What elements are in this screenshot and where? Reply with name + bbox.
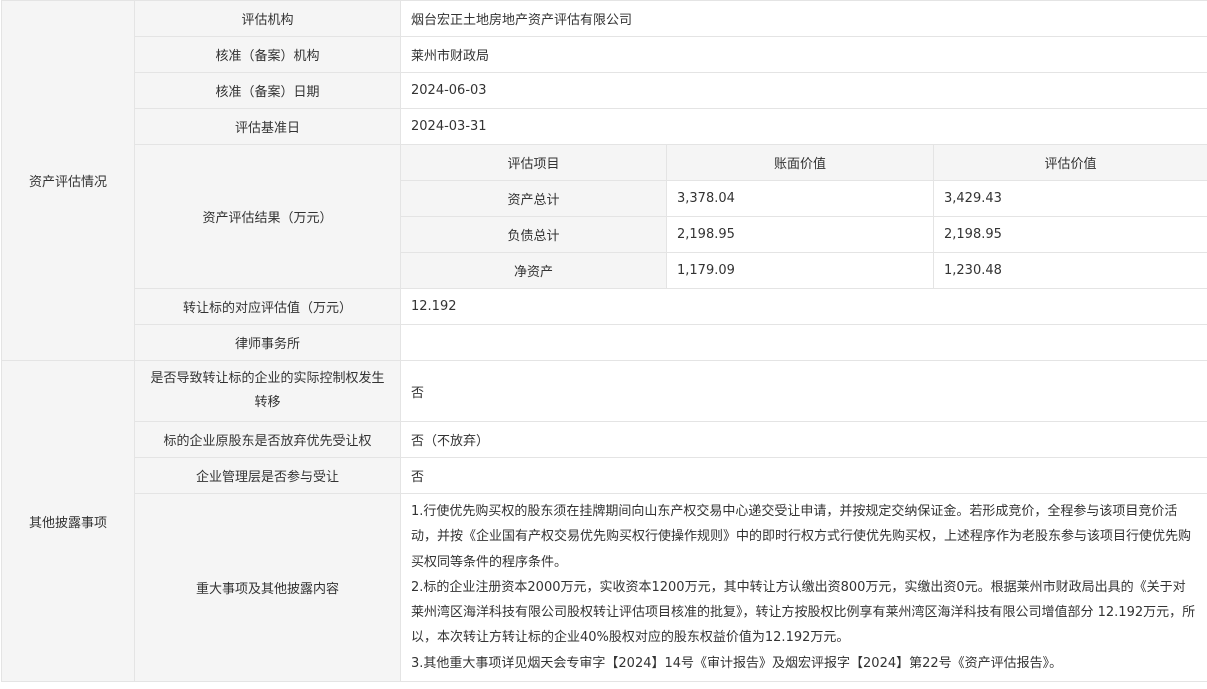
row-major-items: 重大事项及其他披露内容 1.行使优先购买权的股东须在挂牌期间向山东产权交易中心递…	[2, 493, 1207, 682]
target-value: 12.192	[400, 288, 1207, 325]
result-item: 资产总计	[400, 180, 667, 217]
result-book-value: 2,198.95	[666, 216, 934, 253]
result-book-value: 1,179.09	[666, 252, 934, 289]
section-other-disclosure: 其他披露事项	[1, 360, 135, 682]
result-header-book: 账面价值	[666, 144, 934, 181]
result-appraised-value: 3,429.43	[933, 180, 1207, 217]
law-firm-label: 律师事务所	[134, 324, 401, 361]
row-management: 企业管理层是否参与受让 否	[2, 457, 1207, 494]
row-agency: 资产评估情况 评估机构 烟台宏正土地房地产资产评估有限公司	[1, 0, 1207, 361]
row-control-change: 其他披露事项 是否导致转让标的企业的实际控制权发生转移 否	[1, 360, 1207, 682]
management-label: 企业管理层是否参与受让	[134, 457, 401, 494]
control-change-value: 否	[400, 360, 1207, 422]
major-items-label: 重大事项及其他披露内容	[134, 493, 401, 682]
row-target-value: 转让标的对应评估值（万元） 12.192	[2, 288, 1207, 325]
major-item-2: 2.标的企业注册资本2000万元，实收资本1200万元，其中转让方认缴出资800…	[411, 579, 1196, 646]
result-appraised-value: 1,230.48	[933, 252, 1207, 289]
target-value-label: 转让标的对应评估值（万元）	[134, 288, 401, 325]
row-approval-agency: 核准（备案）机构 莱州市财政局	[2, 36, 1207, 73]
management-value: 否	[400, 457, 1207, 494]
row-preemptive: 标的企业原股东是否放弃优先受让权 否（不放弃）	[2, 421, 1207, 458]
disclosure-table: 资产评估情况 评估机构 烟台宏正土地房地产资产评估有限公司 核准（备案）机构 莱…	[1, 0, 1207, 682]
approval-date-value: 2024-06-03	[400, 72, 1207, 109]
result-item: 净资产	[400, 252, 667, 289]
base-date-label: 评估基准日	[134, 108, 401, 145]
row-law-firm: 律师事务所	[2, 324, 1207, 361]
major-items-content: 1.行使优先购买权的股东须在挂牌期间向山东产权交易中心递交受让申请，并按规定交纳…	[400, 493, 1207, 682]
approval-date-label: 核准（备案）日期	[134, 72, 401, 109]
law-firm-value	[400, 324, 1207, 361]
agency-label: 评估机构	[134, 0, 401, 37]
result-item: 负债总计	[400, 216, 667, 253]
result-appraised-value: 2,198.95	[933, 216, 1207, 253]
result-header-appraised: 评估价值	[933, 144, 1207, 181]
approval-agency-label: 核准（备案）机构	[134, 36, 401, 73]
approval-agency-value: 莱州市财政局	[400, 36, 1207, 73]
agency-value: 烟台宏正土地房地产资产评估有限公司	[400, 0, 1207, 37]
major-item-1: 1.行使优先购买权的股东须在挂牌期间向山东产权交易中心递交受让申请，并按规定交纳…	[411, 503, 1192, 570]
result-label: 资产评估结果（万元）	[134, 144, 401, 289]
result-header-row: 资产评估结果（万元） 评估项目 账面价值 评估价值	[2, 144, 1207, 289]
row-base-date: 评估基准日 2024-03-31	[2, 108, 1207, 145]
result-header-item: 评估项目	[400, 144, 667, 181]
result-book-value: 3,378.04	[666, 180, 934, 217]
section-asset-evaluation: 资产评估情况	[1, 0, 135, 361]
major-item-3: 3.其他重大事项详见烟天会专审字【2024】14号《审计报告》及烟宏评报字【20…	[411, 655, 1063, 671]
preemptive-label: 标的企业原股东是否放弃优先受让权	[134, 421, 401, 458]
row-approval-date: 核准（备案）日期 2024-06-03	[2, 72, 1207, 109]
control-change-label: 是否导致转让标的企业的实际控制权发生转移	[134, 360, 401, 422]
base-date-value: 2024-03-31	[400, 108, 1207, 145]
preemptive-value: 否（不放弃）	[400, 421, 1207, 458]
